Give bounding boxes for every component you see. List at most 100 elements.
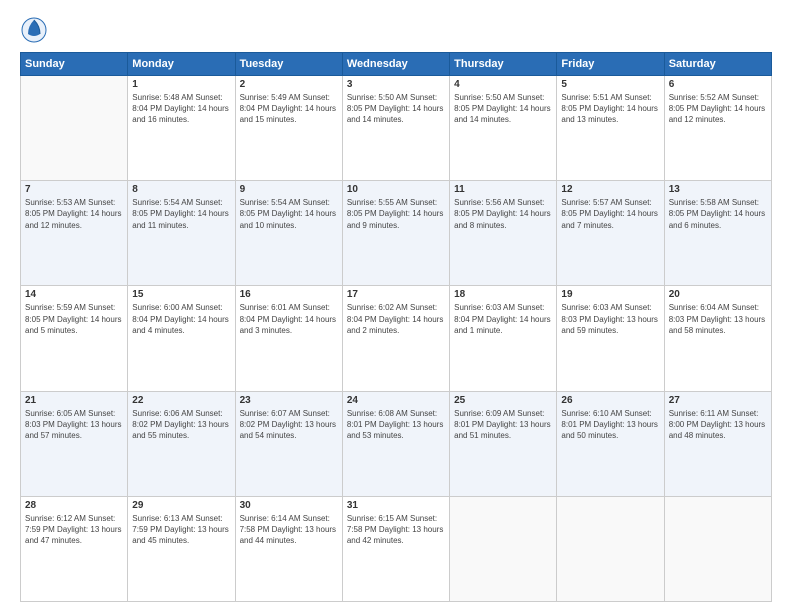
day-number: 14 [25,289,123,300]
day-info: Sunrise: 6:15 AM Sunset: 7:58 PM Dayligh… [347,513,445,547]
day-info: Sunrise: 6:03 AM Sunset: 8:04 PM Dayligh… [454,302,552,336]
day-number: 25 [454,395,552,406]
calendar-cell: 22 Sunrise: 6:06 AM Sunset: 8:02 PM Dayli… [128,391,235,496]
day-info: Sunrise: 5:56 AM Sunset: 8:05 PM Dayligh… [454,197,552,231]
day-number: 11 [454,184,552,195]
weekday-friday: Friday [557,53,664,76]
day-number: 20 [669,289,767,300]
calendar-cell: 20Sunrise: 6:04 AM Sunset: 8:03 PM Dayli… [664,286,771,391]
calendar-week-1: 1 Sunrise: 5:48 AM Sunset: 8:04 PM Daylig… [21,76,772,181]
day-info: Sunrise: 6:05 AM Sunset: 8:03 PM Dayligh… [25,408,123,442]
day-number: 22 [132,395,230,406]
calendar-cell: 8 Sunrise: 5:54 AM Sunset: 8:05 PM Daylig… [128,181,235,286]
day-number: 10 [347,184,445,195]
calendar-week-2: 7 Sunrise: 5:53 AM Sunset: 8:05 PM Daylig… [21,181,772,286]
day-number: 19 [561,289,659,300]
day-number: 16 [240,289,338,300]
day-info: Sunrise: 5:54 AM Sunset: 8:05 PM Dayligh… [132,197,230,231]
calendar-cell: 24Sunrise: 6:08 AM Sunset: 8:01 PM Dayli… [342,391,449,496]
day-number: 28 [25,500,123,511]
logo [20,16,52,44]
day-number: 7 [25,184,123,195]
day-info: Sunrise: 5:55 AM Sunset: 8:05 PM Dayligh… [347,197,445,231]
calendar-week-4: 21 Sunrise: 6:05 AM Sunset: 8:03 PM Dayli… [21,391,772,496]
calendar-cell: 9Sunrise: 5:54 AM Sunset: 8:05 PM Daylig… [235,181,342,286]
day-number: 31 [347,500,445,511]
calendar-cell: 19 Sunrise: 6:03 AM Sunset: 8:03 PM Dayli… [557,286,664,391]
day-info: Sunrise: 6:09 AM Sunset: 8:01 PM Dayligh… [454,408,552,442]
day-info: Sunrise: 5:53 AM Sunset: 8:05 PM Dayligh… [25,197,123,231]
day-number: 12 [561,184,659,195]
calendar-cell: 4 Sunrise: 5:50 AM Sunset: 8:05 PM Daylig… [450,76,557,181]
calendar-cell: 12 Sunrise: 5:57 AM Sunset: 8:05 PM Dayli… [557,181,664,286]
day-info: Sunrise: 5:58 AM Sunset: 8:05 PM Dayligh… [669,197,767,231]
calendar-cell: 18Sunrise: 6:03 AM Sunset: 8:04 PM Dayli… [450,286,557,391]
day-info: Sunrise: 5:50 AM Sunset: 8:05 PM Dayligh… [454,92,552,126]
day-info: Sunrise: 5:49 AM Sunset: 8:04 PM Dayligh… [240,92,338,126]
day-info: Sunrise: 6:07 AM Sunset: 8:02 PM Dayligh… [240,408,338,442]
day-info: Sunrise: 6:11 AM Sunset: 8:00 PM Dayligh… [669,408,767,442]
day-info: Sunrise: 6:06 AM Sunset: 8:02 PM Dayligh… [132,408,230,442]
calendar-cell: 11 Sunrise: 5:56 AM Sunset: 8:05 PM Dayli… [450,181,557,286]
day-number: 6 [669,79,767,90]
day-number: 29 [132,500,230,511]
calendar-week-3: 14 Sunrise: 5:59 AM Sunset: 8:05 PM Dayli… [21,286,772,391]
day-info: Sunrise: 6:08 AM Sunset: 8:01 PM Dayligh… [347,408,445,442]
calendar-cell: 17 Sunrise: 6:02 AM Sunset: 8:04 PM Dayli… [342,286,449,391]
day-number: 1 [132,79,230,90]
day-number: 23 [240,395,338,406]
day-info: Sunrise: 6:03 AM Sunset: 8:03 PM Dayligh… [561,302,659,336]
calendar-cell [450,496,557,601]
header [20,16,772,44]
calendar-cell: 29 Sunrise: 6:13 AM Sunset: 7:59 PM Dayli… [128,496,235,601]
day-info: Sunrise: 6:00 AM Sunset: 8:04 PM Dayligh… [132,302,230,336]
page: SundayMondayTuesdayWednesdayThursdayFrid… [0,0,792,612]
day-info: Sunrise: 6:12 AM Sunset: 7:59 PM Dayligh… [25,513,123,547]
weekday-tuesday: Tuesday [235,53,342,76]
calendar-table: SundayMondayTuesdayWednesdayThursdayFrid… [20,52,772,602]
calendar-cell: 2Sunrise: 5:49 AM Sunset: 8:04 PM Daylig… [235,76,342,181]
calendar-cell [557,496,664,601]
calendar-cell: 31 Sunrise: 6:15 AM Sunset: 7:58 PM Dayli… [342,496,449,601]
day-info: Sunrise: 5:51 AM Sunset: 8:05 PM Dayligh… [561,92,659,126]
calendar-cell: 27 Sunrise: 6:11 AM Sunset: 8:00 PM Dayli… [664,391,771,496]
weekday-sunday: Sunday [21,53,128,76]
day-info: Sunrise: 5:50 AM Sunset: 8:05 PM Dayligh… [347,92,445,126]
calendar-cell: 28 Sunrise: 6:12 AM Sunset: 7:59 PM Dayli… [21,496,128,601]
day-number: 8 [132,184,230,195]
day-info: Sunrise: 6:14 AM Sunset: 7:58 PM Dayligh… [240,513,338,547]
calendar-cell: 1 Sunrise: 5:48 AM Sunset: 8:04 PM Daylig… [128,76,235,181]
calendar-cell: 15 Sunrise: 6:00 AM Sunset: 8:04 PM Dayli… [128,286,235,391]
calendar-cell: 10 Sunrise: 5:55 AM Sunset: 8:05 PM Dayli… [342,181,449,286]
day-number: 27 [669,395,767,406]
day-info: Sunrise: 6:13 AM Sunset: 7:59 PM Dayligh… [132,513,230,547]
day-number: 15 [132,289,230,300]
calendar-cell: 23 Sunrise: 6:07 AM Sunset: 8:02 PM Dayli… [235,391,342,496]
day-info: Sunrise: 5:48 AM Sunset: 8:04 PM Dayligh… [132,92,230,126]
calendar-cell [21,76,128,181]
calendar-cell: 5 Sunrise: 5:51 AM Sunset: 8:05 PM Daylig… [557,76,664,181]
day-info: Sunrise: 5:59 AM Sunset: 8:05 PM Dayligh… [25,302,123,336]
calendar-cell: 6Sunrise: 5:52 AM Sunset: 8:05 PM Daylig… [664,76,771,181]
calendar-cell: 26Sunrise: 6:10 AM Sunset: 8:01 PM Dayli… [557,391,664,496]
weekday-monday: Monday [128,53,235,76]
calendar-cell [664,496,771,601]
calendar-cell: 7 Sunrise: 5:53 AM Sunset: 8:05 PM Daylig… [21,181,128,286]
calendar-cell: 16 Sunrise: 6:01 AM Sunset: 8:04 PM Dayli… [235,286,342,391]
weekday-wednesday: Wednesday [342,53,449,76]
calendar-cell: 13 Sunrise: 5:58 AM Sunset: 8:05 PM Dayli… [664,181,771,286]
calendar-cell: 14 Sunrise: 5:59 AM Sunset: 8:05 PM Dayli… [21,286,128,391]
day-info: Sunrise: 6:02 AM Sunset: 8:04 PM Dayligh… [347,302,445,336]
weekday-saturday: Saturday [664,53,771,76]
day-number: 17 [347,289,445,300]
day-number: 3 [347,79,445,90]
day-info: Sunrise: 6:01 AM Sunset: 8:04 PM Dayligh… [240,302,338,336]
day-number: 4 [454,79,552,90]
calendar-cell: 21 Sunrise: 6:05 AM Sunset: 8:03 PM Dayli… [21,391,128,496]
day-number: 5 [561,79,659,90]
day-number: 21 [25,395,123,406]
day-number: 30 [240,500,338,511]
day-number: 13 [669,184,767,195]
day-info: Sunrise: 5:54 AM Sunset: 8:05 PM Dayligh… [240,197,338,231]
day-info: Sunrise: 5:57 AM Sunset: 8:05 PM Dayligh… [561,197,659,231]
